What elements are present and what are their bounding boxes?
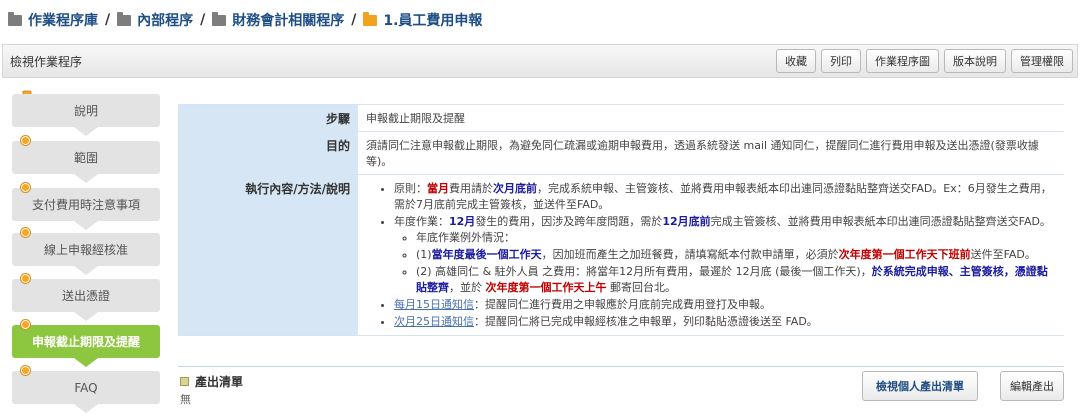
detail-row-step: 步驟 申報截止期限及提醒 — [178, 104, 1064, 132]
breadcrumb-label: 作業程序庫 — [28, 13, 98, 29]
edit-outputs-button[interactable]: 編輯產出 — [1000, 371, 1064, 401]
step-item-scope[interactable]: 範圍 — [12, 136, 160, 183]
detail-row-method: 執行內容/方法/說明 原則：當月費用請於次月底前，完成系統申報、主管簽核、並將費… — [178, 174, 1064, 336]
text: ：提醒同仁將已完成申報經核准之申報單，列印黏貼憑證後送至 FAD。 — [474, 315, 818, 328]
step-item-deadline-reminder[interactable]: 申報截止期限及提醒 — [12, 320, 160, 367]
text: ，因加班而產生之加班餐費，請填寫紙本付款申請單，必須於 — [541, 248, 839, 261]
text: 年度作業： — [394, 215, 449, 228]
step-dot-icon — [21, 320, 30, 329]
text: (2) 高雄同仁 & 駐外人員 之費用：將當年12月所有費用，最遲於 12月底 … — [416, 265, 872, 278]
breadcrumb-label: 內部程序 — [137, 13, 194, 29]
folder-icon — [8, 11, 22, 26]
breadcrumb-item[interactable]: 財務會計相關程序 — [212, 10, 344, 30]
output-list-title: 產出清單 — [195, 375, 244, 389]
text: 原則： — [394, 182, 427, 195]
text: 郵寄回台北。 — [606, 281, 676, 294]
breadcrumb-separator: / — [351, 12, 357, 28]
view-personal-outputs-button[interactable]: 檢視個人產出清單 — [862, 371, 978, 401]
version-notes-button[interactable]: 版本說明 — [944, 49, 1006, 73]
folder-icon — [117, 11, 132, 26]
purpose-value-cell: 須請同仁注意申報截止期限，為避免同仁疏漏或逾期申報費用，透過系統發送 mail … — [358, 131, 1064, 175]
step-item-faq[interactable]: FAQ — [12, 366, 160, 413]
breadcrumb-item[interactable]: 內部程序 — [117, 10, 193, 30]
page-header: 檢視作業程序 收藏 列印 作業程序圖 版本說明 管理權限 — [2, 44, 1078, 78]
method-list: 原則：當月費用請於次月底前，完成系統申報、主管簽核、並將費用申報表紙本印出連同憑… — [394, 181, 1056, 330]
breadcrumb-label: 財務會計相關程序 — [232, 13, 345, 29]
step-label: 支付費用時注意事項 — [31, 198, 140, 212]
text: ：提醒同仁進行費用之申報應於月底前完成費用登打及申報。 — [474, 298, 771, 311]
emphasis-text: 當年度最後一個工作天 — [431, 248, 542, 261]
print-button[interactable]: 列印 — [821, 49, 861, 73]
list-item: (2) 高雄同仁 & 駐外人員 之費用：將當年12月所有費用，最遲於 12月底 … — [416, 264, 1056, 296]
list-item: (1)當年度最後一個工作天，因加班而產生之加班餐費，請填寫紙本付款申請單，必須於… — [416, 247, 1056, 263]
next-month-notice-link[interactable]: 次月25日通知信 — [394, 315, 474, 328]
text: ，並於 — [449, 281, 486, 294]
text: (1) — [416, 248, 432, 261]
emphasis-text: 當月 — [427, 182, 449, 195]
text: 發生的費用，因涉及跨年度問題，需於 — [475, 215, 663, 228]
breadcrumb-item[interactable]: 作業程序庫 — [8, 10, 98, 30]
emphasis-text: 12月 — [449, 215, 476, 228]
step-label: 線上申報經核准 — [43, 243, 128, 257]
favorite-button[interactable]: 收藏 — [776, 49, 816, 73]
folder-icon — [212, 11, 227, 26]
procedure-diagram-button[interactable]: 作業程序圖 — [866, 49, 939, 73]
emphasis-text: 12月底前 — [662, 215, 711, 228]
step-label: 申報截止期限及提醒 — [31, 335, 140, 349]
text: 費用請於 — [449, 182, 493, 195]
step-detail-table: 步驟 申報截止期限及提醒 目的 須請同仁注意申報截止期限，為避免同仁疏漏或逾期申… — [178, 104, 1064, 336]
method-value-cell: 原則：當月費用請於次月底前，完成系統申報、主管簽核、並將費用申報表紙本印出連同憑… — [358, 174, 1064, 336]
list-item: 年底作業例外情況： — [416, 230, 1056, 246]
purpose-label-cell: 目的 — [178, 131, 358, 175]
square-bullet-icon — [180, 377, 189, 386]
output-list-section: 產出清單 無 檢視個人產出清單 編輯產出 — [178, 366, 1064, 412]
breadcrumb-separator: / — [200, 12, 206, 28]
step-label-cell: 步驟 — [178, 104, 358, 132]
step-dot-icon — [21, 183, 30, 192]
list-item: 原則：當月費用請於次月底前，完成系統申報、主管簽核、並將費用申報表紙本印出連同憑… — [394, 181, 1056, 213]
sub-list: 年底作業例外情況： (1)當年度最後一個工作天，因加班而產生之加班餐費，請填寫紙… — [416, 230, 1056, 296]
step-label: 送出憑證 — [61, 289, 110, 303]
monthly-notice-link[interactable]: 每月15日通知信 — [394, 298, 474, 311]
page-title: 檢視作業程序 — [10, 54, 83, 69]
header-toolbar: 收藏 列印 作業程序圖 版本說明 管理權限 — [776, 49, 1073, 73]
step-value-cell: 申報截止期限及提醒 — [358, 104, 1064, 132]
step-label: 說明 — [73, 104, 98, 118]
step-label: FAQ — [74, 380, 98, 395]
manage-permissions-button[interactable]: 管理權限 — [1011, 49, 1073, 73]
text: 完成主管簽核、並將費用申報表紙本印出連同憑證黏貼整齊送交FAD。 — [710, 215, 1051, 228]
open-folder-icon — [363, 11, 378, 26]
emphasis-text: 次月底前 — [493, 182, 537, 195]
breadcrumb-separator: / — [105, 12, 111, 28]
output-empty-text: 無 — [180, 393, 191, 406]
step-item-payment-notes[interactable]: 支付費用時注意事項 — [12, 183, 160, 230]
step-item-submit-receipts[interactable]: 送出憑證 — [12, 274, 160, 321]
step-item-description[interactable]: 說明 — [12, 94, 160, 136]
emphasis-text: 次年度第一個工作天下班前 — [838, 248, 971, 261]
method-label-cell: 執行內容/方法/說明 — [178, 174, 358, 336]
step-label: 範圍 — [73, 151, 98, 165]
breadcrumb: 作業程序庫 / 內部程序 / 財務會計相關程序 / 1.員工費用申報 — [0, 0, 1080, 40]
detail-row-purpose: 目的 須請同仁注意申報截止期限，為避免同仁疏漏或逾期申報費用，透過系統發送 ma… — [178, 131, 1064, 175]
text: 送件至FAD。 — [970, 248, 1036, 261]
step-dot-icon — [21, 136, 30, 145]
step-dot-icon — [21, 228, 30, 237]
step-item-online-approval[interactable]: 線上申報經核准 — [12, 228, 160, 275]
step-dot-icon — [21, 366, 30, 375]
breadcrumb-label: 1.員工費用申報 — [383, 13, 483, 29]
list-item: 年度作業：12月發生的費用，因涉及跨年度問題，需於12月底前完成主管簽核、並將費… — [394, 214, 1056, 296]
breadcrumb-current: 1.員工費用申報 — [363, 10, 482, 30]
step-dot-icon — [21, 274, 30, 283]
list-item: 每月15日通知信：提醒同仁進行費用之申報應於月底前完成費用登打及申報。 — [394, 297, 1056, 313]
emphasis-text: 次年度第一個工作天上午 — [485, 281, 607, 294]
list-item: 次月25日通知信：提醒同仁將已完成申報經核准之申報單，列印黏貼憑證後送至 FAD… — [394, 314, 1056, 330]
